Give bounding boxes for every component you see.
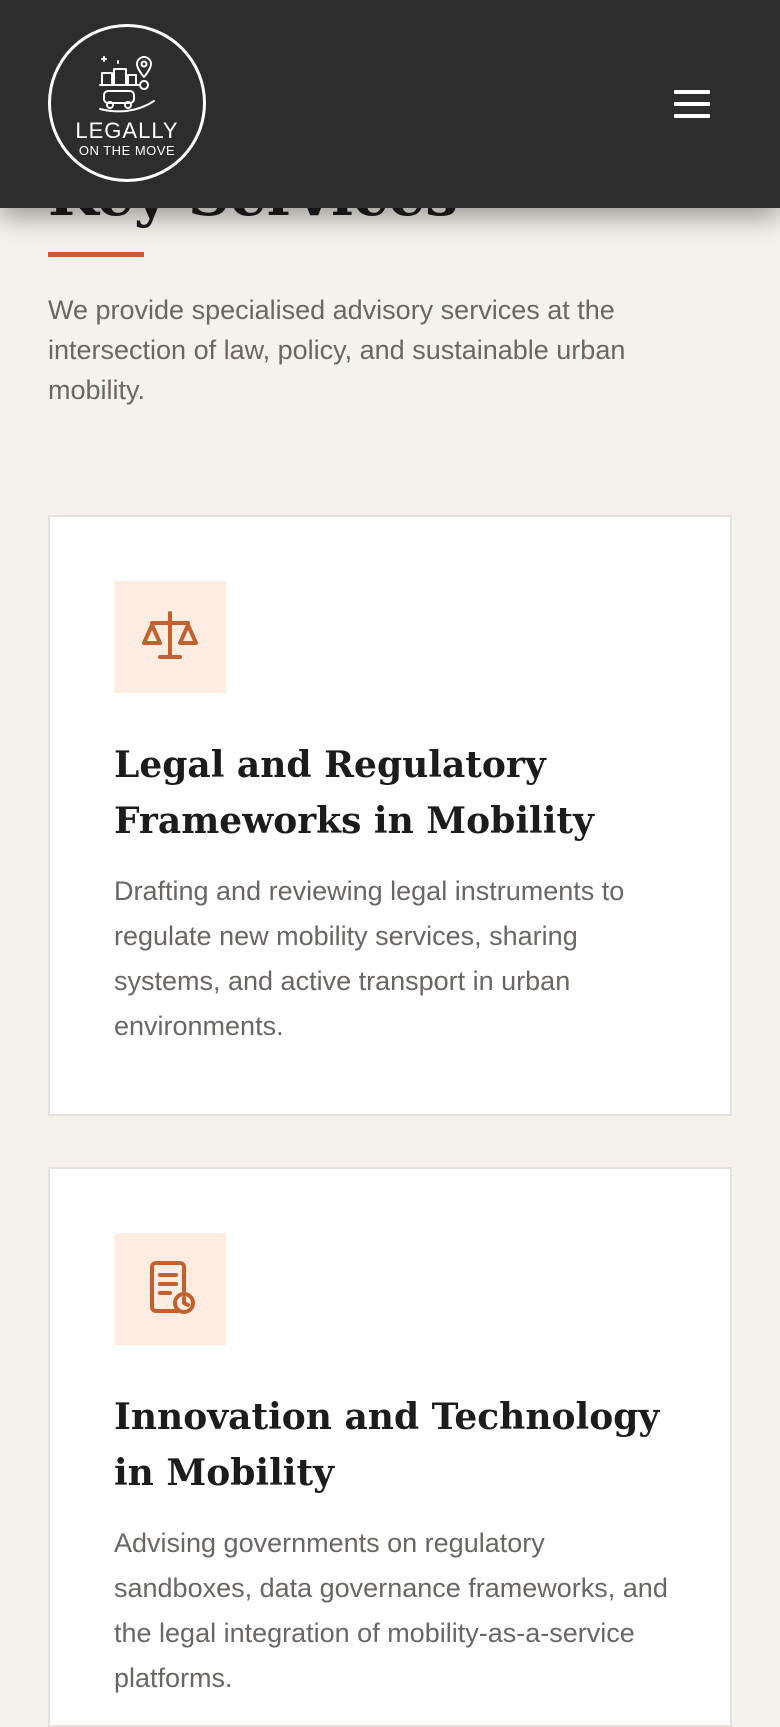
site-logo[interactable]: LEGALLY ON THE MOVE <box>48 24 206 182</box>
scales-of-justice-icon <box>114 581 226 693</box>
service-title: Innovation and Technology in Mobility <box>114 1396 660 1494</box>
city-mobility-logo-icon <box>99 56 155 113</box>
site-header: LEGALLY ON THE MOVE <box>0 0 780 208</box>
hamburger-menu-icon[interactable] <box>668 86 716 122</box>
document-clock-icon <box>114 1233 226 1345</box>
title-underline <box>48 252 144 257</box>
service-card-legal-frameworks: Legal and Regulatory Frameworks in Mobil… <box>48 515 732 1116</box>
service-card-innovation-technology: Innovation and Technology in Mobility Ad… <box>48 1167 732 1727</box>
logo-wordmark: LEGALLY <box>75 118 179 143</box>
service-title: Legal and Regulatory Frameworks in Mobil… <box>114 744 594 842</box>
service-description: Advising governments on regulatory sandb… <box>114 1528 668 1693</box>
section-intro: We provide specialised advisory services… <box>48 295 626 405</box>
logo-tagline: ON THE MOVE <box>78 143 176 158</box>
service-description: Drafting and reviewing legal instruments… <box>114 876 625 1041</box>
